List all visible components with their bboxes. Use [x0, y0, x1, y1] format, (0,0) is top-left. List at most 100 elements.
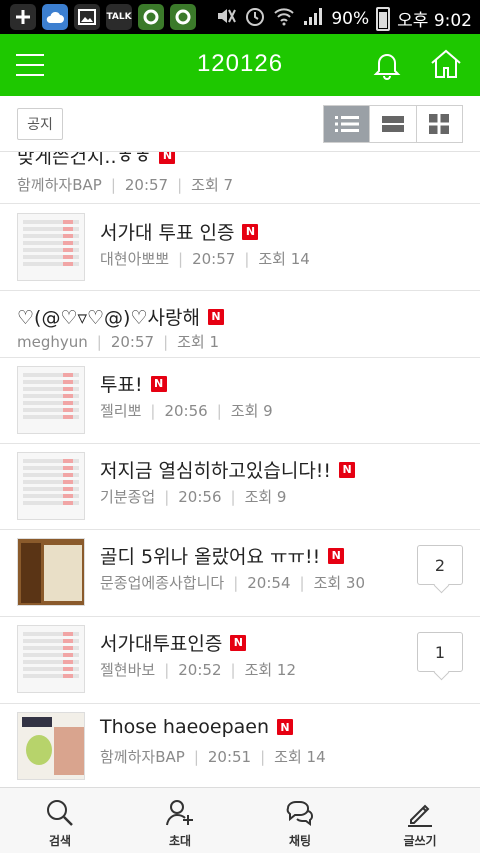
post-meta: 함께하자BAP | 20:57 | 조회 7	[17, 174, 233, 195]
list-item[interactable]: 서가대 투표 인증 N 대현아뽀뽀 | 20:57 | 조회 14	[0, 204, 480, 291]
post-meta: 대현아뽀뽀 | 20:57 | 조회 14	[100, 248, 310, 269]
post-title: 서가대투표인증 N	[100, 629, 247, 656]
post-title-text: 저지금 열심히하고있습니다!!	[100, 460, 332, 482]
system-indicators: 90% 오후 9:02	[215, 5, 472, 32]
talk-icon: TALK	[106, 4, 132, 30]
page-title: 120126	[196, 50, 284, 77]
separator: |	[233, 573, 239, 592]
post-title-text: 서가대 투표 인증	[100, 222, 235, 244]
signal-icon	[302, 6, 324, 31]
bell-icon[interactable]	[370, 48, 404, 82]
post-author: meghyun	[17, 332, 88, 351]
list-item[interactable]: 서가대투표인증 N 젤현바보 | 20:52 | 조회 12 1	[0, 617, 480, 704]
filter-bar: 공지	[0, 96, 480, 152]
list-item[interactable]: Those haeoepaen N 함께하자BAP | 20:51 | 조회 14	[0, 704, 480, 787]
invite-label: 초대	[168, 834, 192, 848]
list-item[interactable]: 맞게쓴건지..ㅎㅎ N 함께하자BAP | 20:57 | 조회 7	[0, 152, 480, 204]
post-views: 조회 14	[274, 748, 326, 766]
post-author: 기분종업	[100, 488, 156, 506]
grid-icon	[429, 114, 450, 134]
write-button[interactable]: 글쓰기	[360, 788, 480, 853]
battery-icon	[376, 6, 391, 31]
talk-label: TALK	[106, 12, 132, 22]
separator: |	[150, 401, 156, 420]
post-meta: 기분종업 | 20:56 | 조회 9	[100, 486, 286, 507]
post-list: 맞게쓴건지..ㅎㅎ N 함께하자BAP | 20:57 | 조회 7 서가대 투표 …	[0, 152, 480, 787]
separator: |	[299, 573, 305, 592]
post-author: 함께하자BAP	[100, 748, 185, 766]
view-toggle	[323, 105, 463, 143]
post-title: 서가대 투표 인증 N	[100, 218, 259, 245]
post-title: 골디 5위나 올랐어요 ㅠㅠ!! N	[100, 542, 345, 569]
post-time: 20:54	[247, 573, 291, 592]
post-title: 맞게쓴건지..ㅎㅎ N	[17, 152, 176, 169]
search-icon	[47, 800, 73, 826]
bottom-nav: 검색 초대 채팅 글쓰기	[0, 787, 480, 853]
separator: |	[163, 332, 169, 351]
new-badge: N	[339, 461, 356, 478]
comment-count-button[interactable]: 1	[417, 632, 463, 672]
post-thumbnail	[17, 213, 85, 281]
search-button[interactable]: 검색	[0, 788, 120, 853]
list-item[interactable]: 투표! N 젤리뽀 | 20:56 | 조회 9	[0, 358, 480, 444]
new-badge: N	[277, 719, 294, 735]
post-title-text: 투표!	[100, 374, 143, 396]
post-views: 조회 12	[244, 661, 297, 679]
post-title: 투표! N	[100, 370, 167, 397]
post-author: 대현아뽀뽀	[100, 250, 170, 268]
list-item[interactable]: ♡(@♡▿♡@)♡사랑해 N meghyun | 20:57 | 조회 1	[0, 291, 480, 358]
post-thumbnail	[17, 712, 85, 780]
separator: |	[164, 487, 170, 506]
post-title: Those haeoepaen N	[100, 716, 294, 738]
notification-icons: TALK	[10, 4, 196, 30]
app-bar: 120126	[0, 34, 480, 96]
post-views: 조회 1	[177, 333, 220, 351]
separator: |	[216, 401, 222, 420]
post-title-text: 서가대투표인증	[100, 633, 223, 655]
post-thumbnail	[17, 366, 85, 434]
card-view-button[interactable]	[369, 106, 416, 142]
sync-icon	[170, 4, 196, 30]
post-title-text: Those haeoepaen	[100, 716, 270, 738]
list-view-button[interactable]	[324, 106, 370, 142]
separator: |	[178, 249, 184, 268]
post-title: ♡(@♡▿♡@)♡사랑해 N	[17, 303, 224, 330]
separator: |	[110, 175, 116, 194]
post-author: 문종업에종사합니다	[100, 574, 225, 592]
home-icon[interactable]	[428, 46, 464, 82]
post-views: 조회 7	[191, 176, 234, 194]
new-badge: N	[207, 308, 224, 325]
new-badge: N	[242, 223, 259, 240]
invite-button[interactable]: 초대	[120, 788, 240, 853]
notice-button[interactable]: 공지	[17, 108, 63, 140]
post-views: 조회 30	[313, 574, 366, 592]
post-author: 젤리뽀	[100, 402, 142, 420]
separator: |	[230, 660, 236, 679]
post-views: 조회 9	[244, 488, 287, 506]
post-time: 20:57	[110, 332, 155, 351]
grid-view-button[interactable]	[415, 106, 462, 142]
separator: |	[177, 175, 183, 194]
post-time: 20:57	[192, 249, 236, 268]
comment-count-button[interactable]: 2	[417, 545, 463, 585]
card-icon	[381, 116, 404, 132]
search-label: 검색	[48, 834, 72, 848]
chat-icon	[286, 801, 313, 826]
post-title-text: ♡(@♡▿♡@)♡사랑해	[17, 307, 200, 329]
separator: |	[260, 747, 266, 766]
post-meta: 젤현바보 | 20:52 | 조회 12	[100, 659, 296, 680]
chat-button[interactable]: 채팅	[240, 788, 360, 853]
list-item[interactable]: 골디 5위나 올랐어요 ㅠㅠ!! N 문종업에종사합니다 | 20:54 | 조회 …	[0, 530, 480, 617]
post-title-text: 골디 5위나 올랐어요 ㅠㅠ!!	[100, 546, 321, 568]
post-thumbnail	[17, 452, 85, 520]
list-item[interactable]: 저지금 열심히하고있습니다!! N 기분종업 | 20:56 | 조회 9	[0, 444, 480, 530]
post-author: 젤현바보	[100, 661, 156, 679]
cloud-icon	[42, 4, 68, 30]
new-badge: N	[230, 634, 247, 651]
separator: |	[164, 660, 170, 679]
new-badge: N	[150, 375, 167, 392]
write-label: 글쓰기	[403, 834, 437, 848]
status-bar: TALK 90% 오후 9:02	[0, 0, 480, 34]
post-author: 함께하자BAP	[17, 176, 102, 194]
post-title-text: 맞게쓴건지..ㅎㅎ	[17, 152, 152, 168]
